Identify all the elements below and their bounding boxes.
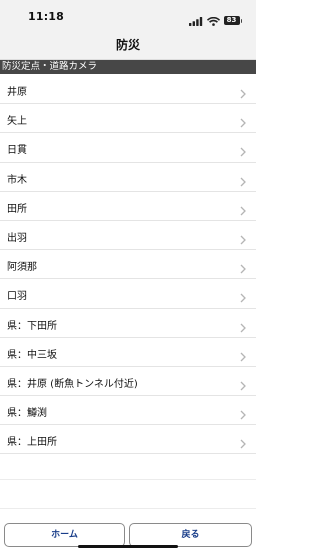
battery-icon: 83 <box>223 16 242 25</box>
list-item-label: 県：下田所 <box>7 320 57 332</box>
wifi-icon <box>206 11 220 30</box>
chevron-right-icon <box>240 142 246 161</box>
list-item[interactable]: 井原 <box>0 75 256 105</box>
list-item[interactable]: 県：上田所 <box>0 425 256 455</box>
list-item-label: 県：中三坂 <box>7 349 57 361</box>
chevron-right-icon <box>240 347 246 366</box>
camera-list: 井原 矢上 日貫 市木 田所 出羽 阿須那 口羽 県：下田所 県：中三坂 県：井… <box>0 75 256 455</box>
list-item[interactable]: 出羽 <box>0 221 256 251</box>
list-item[interactable]: 阿須那 <box>0 250 256 280</box>
list-item-label: 県：鱒渕 <box>7 408 47 420</box>
chevron-right-icon <box>240 84 246 103</box>
home-button[interactable]: ホーム <box>4 523 125 547</box>
list-item-label: 県：井原 (断魚トンネル付近) <box>7 378 138 390</box>
list-item-label: 矢上 <box>7 116 27 128</box>
chevron-right-icon <box>240 259 246 278</box>
chevron-right-icon <box>240 201 246 220</box>
chevron-right-icon <box>240 288 246 307</box>
status-bar: 11:18 83 <box>0 0 256 30</box>
status-time: 11:18 <box>28 10 65 23</box>
navigation-bar: 防災 <box>0 30 256 60</box>
list-item[interactable]: 矢上 <box>0 104 256 134</box>
list-item-label: 井原 <box>7 87 27 98</box>
list-item-label: 日貫 <box>7 145 27 157</box>
chevron-right-icon <box>240 376 246 395</box>
chevron-right-icon <box>240 113 246 132</box>
chevron-right-icon <box>240 230 246 249</box>
chevron-right-icon <box>240 405 246 424</box>
battery-tip <box>240 18 242 23</box>
bottom-toolbar: ホーム 戻る <box>0 516 256 554</box>
list-item[interactable]: 県：下田所 <box>0 309 256 338</box>
signal-icon <box>188 11 203 30</box>
list-item[interactable]: 口羽 <box>0 279 256 309</box>
chevron-right-icon <box>240 434 246 453</box>
battery-level: 83 <box>223 16 240 25</box>
list-item[interactable]: 県：井原 (断魚トンネル付近) <box>0 367 256 397</box>
list-item-label: 市木 <box>7 174 27 186</box>
status-icons: 83 <box>188 11 242 30</box>
page-title: 防災 <box>115 38 140 52</box>
chevron-right-icon <box>240 172 246 191</box>
list-item[interactable]: 県：鱒渕 <box>0 396 256 426</box>
divider <box>0 508 256 509</box>
back-button[interactable]: 戻る <box>129 523 252 547</box>
list-item[interactable]: 市木 <box>0 163 256 192</box>
list-item-label: 出羽 <box>7 232 27 244</box>
home-indicator[interactable] <box>78 545 178 548</box>
list-item[interactable]: 県：中三坂 <box>0 338 256 367</box>
list-item-label: 田所 <box>7 203 27 215</box>
list-item-label: 口羽 <box>7 291 27 303</box>
list-item[interactable]: 田所 <box>0 192 256 221</box>
list-item[interactable]: 日貫 <box>0 133 256 163</box>
list-item-label: 阿須那 <box>7 262 37 274</box>
list-item-label: 県：上田所 <box>7 437 57 449</box>
section-header: 防災定点・道路カメラ <box>0 60 256 74</box>
chevron-right-icon <box>240 318 246 337</box>
divider <box>0 479 256 480</box>
